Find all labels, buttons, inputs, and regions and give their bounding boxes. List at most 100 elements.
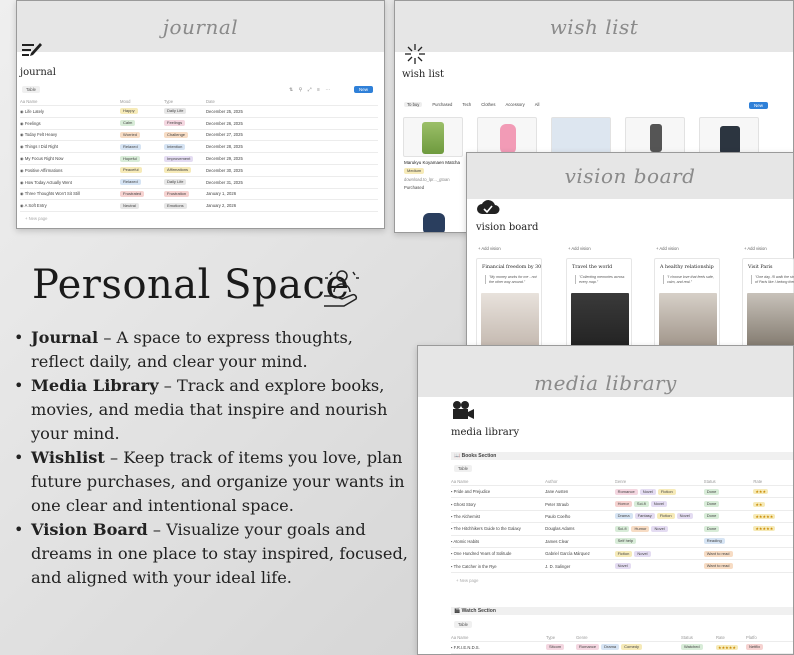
table-row[interactable]: ◉ How Today Actually Went Relaxed Daily Li… bbox=[20, 177, 378, 189]
row-name[interactable]: ◉ Three Thoughts Won't Sit Still bbox=[20, 191, 120, 196]
wish-card-luggage[interactable] bbox=[699, 117, 759, 157]
book-name[interactable]: ▪ The Catcher in the Rye bbox=[451, 564, 545, 569]
row-type: Affirmations bbox=[164, 167, 206, 174]
watch-view-tab[interactable]: Table bbox=[454, 621, 473, 628]
table-row[interactable]: ▪ F.R.I.E.N.D.S. Sitcom Romance Drama Comedy… bbox=[451, 642, 793, 654]
journal-new-page[interactable]: + New page bbox=[25, 216, 47, 221]
table-row[interactable]: ◉ Feelings Calm Feelings December 26, 2025 bbox=[20, 118, 378, 130]
table-row[interactable]: ◉ A Soft Entry Neutral Emotions January 2, … bbox=[20, 200, 378, 213]
book-name[interactable]: ▪ The Hitchhikers Guide to the Galaxy bbox=[451, 526, 545, 531]
wish-card-chair[interactable] bbox=[625, 117, 685, 157]
table-row[interactable]: ▪ Atomic Habits James Clear Self help Readi… bbox=[451, 536, 793, 548]
tab-all[interactable]: All bbox=[535, 102, 540, 107]
row-name[interactable]: ◉ Today Felt Heavy bbox=[20, 132, 120, 137]
book-name[interactable]: ▪ The Alchemist bbox=[451, 514, 545, 519]
row-name-text: Things I Did Right bbox=[24, 144, 59, 150]
tag-pill: Sitcom bbox=[546, 644, 565, 651]
wish-item-status[interactable]: Purchased bbox=[404, 185, 464, 190]
row-name[interactable]: ◉ Positive Affirmations bbox=[20, 168, 120, 173]
tab-purchased[interactable]: Purchased bbox=[432, 102, 452, 107]
table-row[interactable]: ▪ Pride and Prejudice Jane Austen Romance N… bbox=[451, 486, 793, 499]
add-vision-button[interactable]: + Add vision bbox=[656, 246, 679, 251]
wish-card-bottle[interactable] bbox=[477, 117, 537, 157]
row-name[interactable]: ◉ How Today Actually Went bbox=[20, 180, 120, 185]
watch-column-header[interactable]: Platfo bbox=[746, 635, 776, 640]
wish-item-tag: Medium bbox=[404, 168, 425, 174]
watch-column-header[interactable]: Status bbox=[681, 635, 716, 640]
feature-term: Vision Board bbox=[31, 520, 148, 539]
row-name[interactable]: ◉ Things I Did Right bbox=[20, 144, 120, 149]
table-row[interactable]: ◉ Today Felt Heavy Worried Challenge Decemb… bbox=[20, 130, 378, 142]
row-name-text: Positive Affirmations bbox=[24, 167, 63, 173]
books-column-header[interactable]: Status bbox=[704, 479, 754, 484]
add-vision-button[interactable]: + Add vision bbox=[568, 246, 591, 251]
tab-to-buy[interactable]: To buy bbox=[404, 102, 423, 107]
table-row[interactable]: ◉ Life Lately Happy Daily Life December 25,… bbox=[20, 106, 378, 118]
tab-tech[interactable]: Tech bbox=[462, 102, 471, 107]
book-name[interactable]: ▪ Pride and Prejudice bbox=[451, 489, 545, 494]
col-type[interactable]: Type bbox=[164, 99, 206, 104]
table-row[interactable]: ◉ Positive Affirmations Peaceful Affirmati… bbox=[20, 165, 378, 177]
col-mood[interactable]: Mood bbox=[120, 99, 164, 104]
tag-pill: Netflix bbox=[746, 644, 764, 651]
watch-column-header[interactable]: Aa Name bbox=[451, 635, 546, 640]
books-column-header[interactable]: Author bbox=[545, 479, 614, 484]
table-row[interactable]: ◉ Things I Did Right Relaxed Intention Dece… bbox=[20, 141, 378, 154]
table-row[interactable]: ▪ The Hitchhikers Guide to the Galaxy Dou… bbox=[451, 523, 793, 536]
feature-item: Wishlist – Keep track of items you love,… bbox=[14, 446, 409, 518]
table-row[interactable]: ▪ One Hundred Years of Solitude Gabriel G… bbox=[451, 548, 793, 561]
col-date[interactable]: Date bbox=[206, 99, 276, 104]
journal-view-tab[interactable]: Table bbox=[22, 86, 41, 93]
book-name[interactable]: ▪ One Hundred Years of Solitude bbox=[451, 551, 545, 556]
row-name[interactable]: ◉ Feelings bbox=[20, 121, 120, 126]
watch-column-header[interactable]: Type bbox=[546, 635, 576, 640]
add-vision-button[interactable]: + Add vision bbox=[744, 246, 767, 251]
table-row[interactable]: ◉ My Focus Right Now Hopeful Improvement De… bbox=[20, 153, 378, 165]
table-row[interactable]: ▪ Ghost Story Peter Straub Horror Sci-fi Nov… bbox=[451, 498, 793, 511]
row-name[interactable]: ◉ A Soft Entry bbox=[20, 203, 120, 208]
tab-accessory[interactable]: Accessory bbox=[505, 102, 524, 107]
row-name[interactable]: ◉ My Focus Right Now bbox=[20, 156, 120, 161]
wish-item-link[interactable]: download.to_lpr..._gtoan bbox=[404, 177, 464, 182]
row-date: December 30, 2025 bbox=[206, 167, 243, 173]
book-name[interactable]: ▪ Atomic Habits bbox=[451, 539, 545, 544]
tag-pill: Novel bbox=[639, 488, 656, 495]
books-column-header[interactable]: Rate bbox=[753, 479, 793, 484]
row-name-text: Three Thoughts Won't Sit Still bbox=[24, 191, 80, 197]
vision-card-quote: "I choose love that feels safe, calm, an… bbox=[663, 275, 715, 285]
pen-note-icon bbox=[21, 41, 43, 64]
watch-header-row: Aa Name Type Genre Status Rate Platfo bbox=[451, 633, 793, 642]
books-new-page[interactable]: + New page bbox=[456, 578, 478, 583]
wishlist-new-button[interactable]: New bbox=[749, 102, 769, 109]
books-column-header[interactable]: Genre bbox=[615, 479, 704, 484]
book-name[interactable]: ▪ Ghost Story bbox=[451, 502, 545, 507]
row-name[interactable]: ◉ Life Lately bbox=[20, 109, 120, 114]
wish-item-name[interactable]: Marukyu Koyamaen Matcha bbox=[404, 160, 464, 165]
book-author: Jane Austen bbox=[545, 489, 569, 495]
watch-column-header[interactable]: Genre bbox=[576, 635, 681, 640]
table-row[interactable]: ▪ The Alchemist Paulo Coelho Drama Fantasy F… bbox=[451, 511, 793, 524]
media-title: media library bbox=[451, 427, 520, 438]
book-author: Gabriel García Márquez bbox=[545, 551, 590, 557]
books-view-tab[interactable]: Table bbox=[454, 465, 473, 472]
row-type: Emotions bbox=[164, 202, 206, 209]
tag-pill: Want to read bbox=[703, 550, 733, 557]
wish-card-device[interactable] bbox=[551, 117, 611, 157]
add-vision-button[interactable]: + Add vision bbox=[478, 246, 501, 251]
tag-pill: Drama bbox=[614, 513, 633, 520]
tag-pill: Hopeful bbox=[120, 155, 140, 162]
wish-card-matcha[interactable] bbox=[403, 117, 463, 157]
watch-name[interactable]: ▪ F.R.I.E.N.D.S. bbox=[451, 645, 546, 650]
table-row[interactable]: ▪ The Catcher in the Rye J. D. Salinger No… bbox=[451, 560, 793, 573]
books-column-header[interactable]: Aa Name bbox=[451, 479, 545, 484]
watch-column-header[interactable]: Rate bbox=[716, 635, 746, 640]
row-name-text: A Soft Entry bbox=[24, 203, 47, 209]
table-row[interactable]: ◉ Three Thoughts Won't Sit Still Frustrat… bbox=[20, 189, 378, 201]
book-name-text: The Hitchhikers Guide to the Galaxy bbox=[453, 526, 521, 532]
journal-new-button[interactable]: New bbox=[354, 86, 374, 93]
tab-clothes[interactable]: Clothes bbox=[481, 102, 495, 107]
feature-term: Wishlist bbox=[31, 448, 105, 467]
journal-toolbar-icons[interactable]: ⇅ ⚲ ⤢ ≡ ⋯ bbox=[289, 87, 332, 93]
col-name[interactable]: Aa Name bbox=[20, 99, 120, 104]
watch-section-title: Watch Section bbox=[461, 608, 496, 614]
